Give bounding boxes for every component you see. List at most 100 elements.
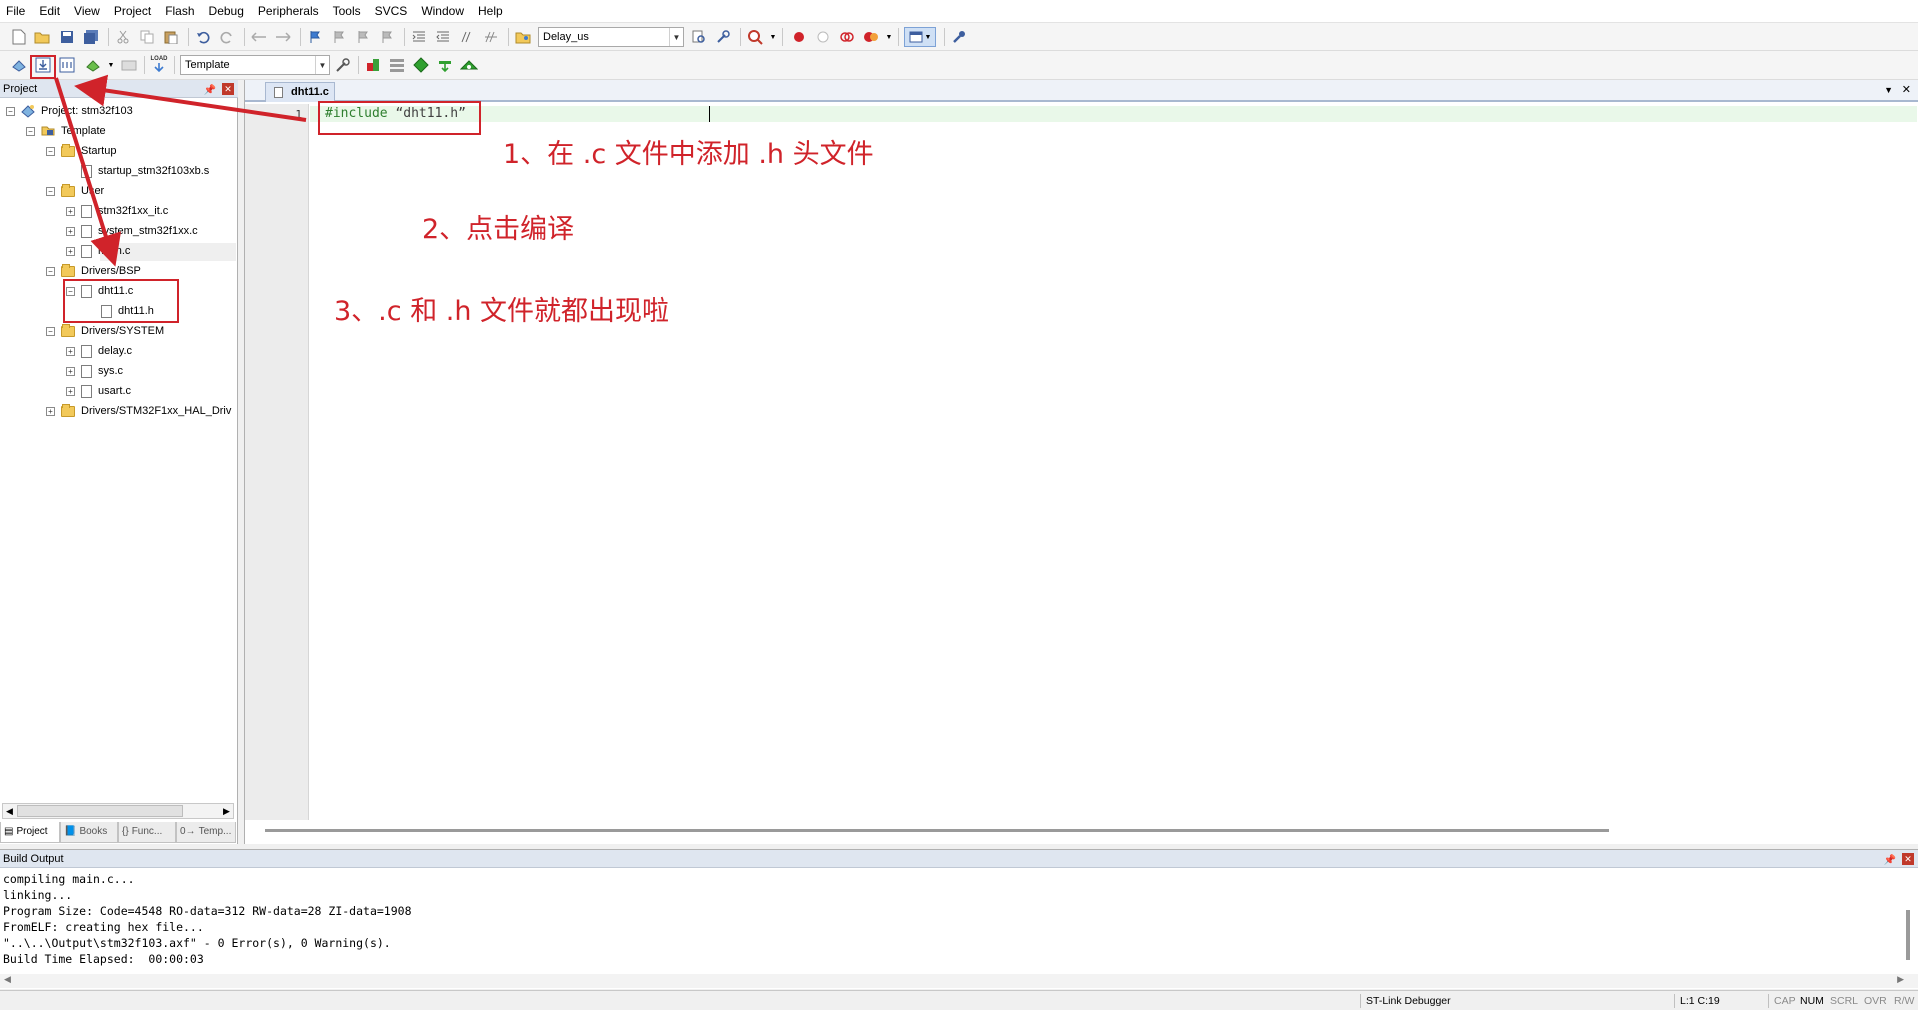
collapse-icon[interactable]: −: [46, 146, 55, 156]
tree-item-file[interactable]: + main.c: [66, 242, 130, 260]
collapse-icon[interactable]: −: [46, 186, 55, 196]
tree-item-target[interactable]: − Template: [26, 122, 106, 140]
menu-tools[interactable]: Tools: [326, 0, 368, 23]
run-time-env-icon[interactable]: [460, 56, 478, 74]
expand-icon[interactable]: +: [66, 246, 75, 256]
chevron-down-icon[interactable]: ▼: [102, 56, 120, 74]
pin-icon[interactable]: 📌: [204, 82, 216, 100]
clear-bookmarks-icon[interactable]: [378, 28, 396, 46]
paste-icon[interactable]: [162, 28, 180, 46]
tree-item-file[interactable]: + system_stm32f1xx.c: [66, 222, 198, 240]
file-extensions-icon[interactable]: [388, 56, 406, 74]
wrench-icon[interactable]: [950, 28, 968, 46]
tab-functions[interactable]: {} Func...: [118, 822, 176, 843]
scroll-left-icon[interactable]: ◀: [4, 974, 11, 985]
manage-project-items-icon[interactable]: [364, 56, 382, 74]
window-layout-icon[interactable]: ▼: [904, 27, 936, 47]
rebuild-icon[interactable]: [58, 56, 76, 74]
expand-icon[interactable]: +: [46, 406, 55, 416]
tab-templates[interactable]: 0→ Temp...: [176, 822, 236, 843]
collapse-icon[interactable]: −: [46, 266, 55, 276]
menu-view[interactable]: View: [67, 0, 107, 23]
menu-flash[interactable]: Flash: [158, 0, 201, 23]
tree-item-system-group[interactable]: − Drivers/SYSTEM: [46, 322, 164, 340]
build-output-vertical-scrollbar[interactable]: [1906, 910, 1910, 960]
stop-build-icon[interactable]: [120, 56, 138, 74]
tree-item-file[interactable]: + delay.c: [66, 342, 132, 360]
target-options-icon[interactable]: [334, 56, 352, 74]
chevron-down-icon[interactable]: ▼: [315, 56, 329, 74]
breakpoint-icon[interactable]: [790, 28, 808, 46]
build-output-horizontal-scrollbar[interactable]: ◀ ▶: [0, 974, 1918, 988]
tree-item-project-root[interactable]: − Project: stm32f103: [6, 102, 133, 120]
tab-project[interactable]: ▤ Project: [0, 822, 60, 843]
tree-item-hal-group[interactable]: + Drivers/STM32F1xx_HAL_Driv: [46, 402, 236, 420]
redo-icon[interactable]: [218, 28, 236, 46]
scroll-right-icon[interactable]: ▶: [1897, 974, 1904, 985]
menu-peripherals[interactable]: Peripherals: [251, 0, 326, 23]
tree-item-startup-group[interactable]: − Startup: [46, 142, 116, 160]
copy-icon[interactable]: [138, 28, 156, 46]
tree-item-user-group[interactable]: − User: [46, 182, 104, 200]
collapse-icon[interactable]: −: [26, 126, 35, 136]
pin-icon[interactable]: 📌: [1884, 852, 1896, 870]
target-select[interactable]: Template ▼: [180, 55, 330, 75]
incremental-find-icon[interactable]: [714, 28, 732, 46]
collapse-icon[interactable]: −: [6, 106, 15, 116]
tree-item-file[interactable]: + sys.c: [66, 362, 123, 380]
nav-back-icon[interactable]: [250, 28, 268, 46]
load-download-icon[interactable]: LOAD: [150, 55, 168, 73]
chevron-down-icon[interactable]: ▼: [764, 28, 782, 46]
expand-icon[interactable]: +: [66, 206, 75, 216]
save-all-icon[interactable]: [82, 28, 100, 46]
disable-breakpoint-icon[interactable]: [814, 28, 832, 46]
find-combo[interactable]: Delay_us ▼: [538, 27, 684, 47]
menu-project[interactable]: Project: [107, 0, 158, 23]
expand-icon[interactable]: +: [66, 386, 75, 396]
scroll-left-icon[interactable]: ◀: [3, 804, 16, 818]
translate-icon[interactable]: [10, 56, 28, 74]
undo-icon[interactable]: [194, 28, 212, 46]
tree-item-file[interactable]: + usart.c: [66, 382, 131, 400]
expand-icon[interactable]: +: [66, 366, 75, 376]
nav-forward-icon[interactable]: [274, 28, 292, 46]
find-in-files-icon[interactable]: [514, 28, 532, 46]
new-file-icon[interactable]: [10, 28, 28, 46]
unindent-icon[interactable]: [434, 28, 452, 46]
tree-item-file[interactable]: startup_stm32f103xb.s: [81, 162, 209, 180]
find-icon[interactable]: [690, 28, 708, 46]
expand-icon[interactable]: +: [66, 346, 75, 356]
editor-horizontal-scrollbar[interactable]: [265, 829, 1609, 832]
green-diamond-icon[interactable]: [412, 56, 430, 74]
prev-bookmark-icon[interactable]: [330, 28, 348, 46]
tab-dht11-c[interactable]: dht11.c: [265, 82, 335, 102]
collapse-icon[interactable]: −: [46, 326, 55, 336]
tab-list-chevron-icon[interactable]: ▼: [1884, 85, 1893, 95]
close-icon[interactable]: ✕: [1902, 853, 1914, 865]
close-editor-icon[interactable]: ✕: [1902, 83, 1911, 96]
indent-icon[interactable]: [410, 28, 428, 46]
save-icon[interactable]: [58, 28, 76, 46]
kill-breakpoints-icon[interactable]: [838, 28, 856, 46]
batch-build-icon[interactable]: [84, 56, 102, 74]
chevron-down-icon[interactable]: ▼: [669, 28, 683, 46]
menu-help[interactable]: Help: [471, 0, 510, 23]
cut-icon[interactable]: [114, 28, 132, 46]
tree-item-file[interactable]: + stm32f1xx_it.c: [66, 202, 168, 220]
menu-debug[interactable]: Debug: [202, 0, 251, 23]
menu-svcs[interactable]: SVCS: [368, 0, 415, 23]
run-to-cursor-icon[interactable]: [862, 28, 880, 46]
open-folder-icon[interactable]: [33, 28, 51, 46]
chevron-down-icon[interactable]: ▼: [880, 28, 898, 46]
expand-icon[interactable]: +: [66, 226, 75, 236]
menu-file[interactable]: File: [0, 0, 32, 23]
comment-icon[interactable]: [458, 28, 476, 46]
uncomment-icon[interactable]: [482, 28, 500, 46]
close-icon[interactable]: ✕: [222, 83, 234, 95]
menu-edit[interactable]: Edit: [32, 0, 67, 23]
scroll-right-icon[interactable]: ▶: [220, 804, 233, 818]
menu-window[interactable]: Window: [414, 0, 471, 23]
scrollbar-thumb[interactable]: [17, 805, 183, 817]
bookmark-icon[interactable]: [306, 28, 324, 46]
tree-item-bsp-group[interactable]: − Drivers/BSP: [46, 262, 141, 280]
